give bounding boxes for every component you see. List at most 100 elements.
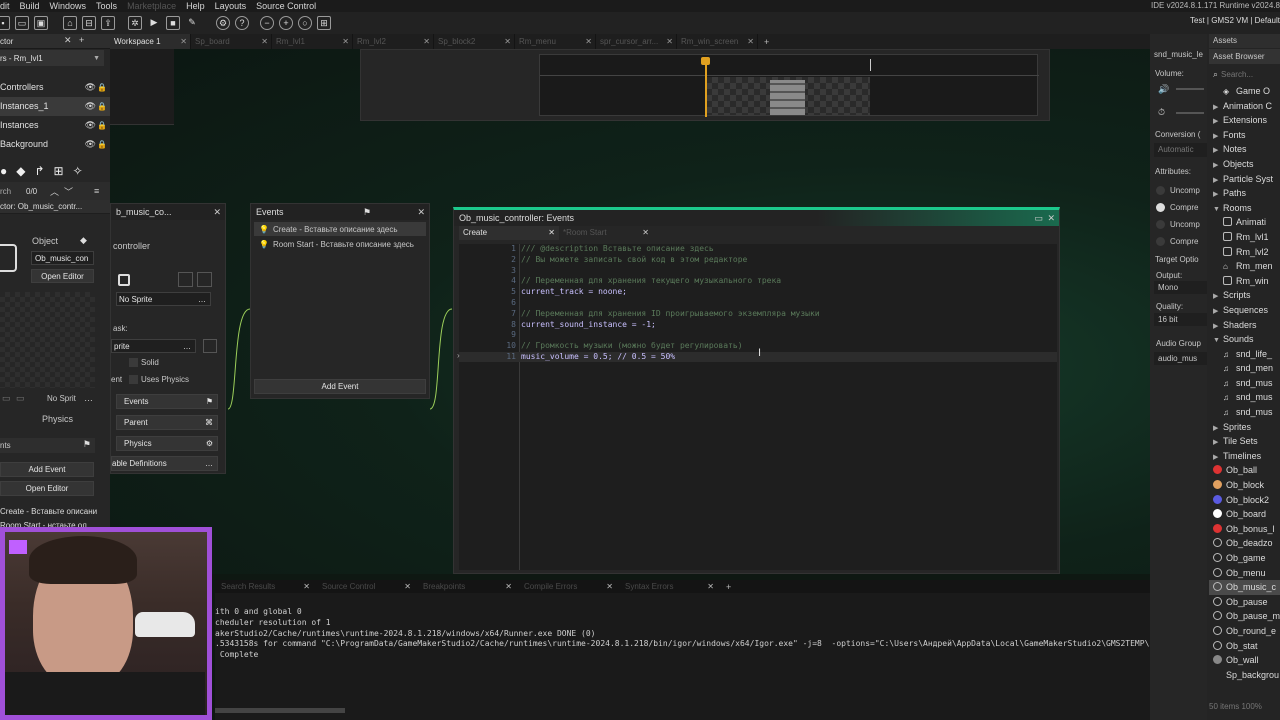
asset-tree-item[interactable]: ▶ Scripts: [1209, 288, 1280, 303]
tab-compile-errors[interactable]: Compile Errors ✕: [518, 580, 619, 593]
menu-marketplace[interactable]: Marketplace: [127, 0, 176, 12]
close-icon[interactable]: ✕: [505, 580, 512, 593]
menu-layouts[interactable]: Layouts: [215, 0, 247, 12]
path-layer-icon[interactable]: ↱: [34, 164, 44, 178]
asset-tree-item[interactable]: Ob_stat: [1209, 639, 1280, 654]
parent-button[interactable]: Parent ⌘: [116, 415, 218, 430]
variable-definitions-button[interactable]: able Definitions…: [111, 456, 218, 471]
asset-tree-item[interactable]: Rm_lvl2: [1209, 245, 1280, 260]
asset-tree-item[interactable]: ▶ Tile Sets: [1209, 434, 1280, 449]
asset-tree-item[interactable]: Ob_game: [1209, 551, 1280, 566]
physics-checkbox[interactable]: [129, 375, 138, 384]
asset-tree-item[interactable]: ▶ Sprites: [1209, 420, 1280, 435]
close-icon[interactable]: ✕: [606, 580, 613, 593]
more-icon[interactable]: …: [84, 393, 93, 403]
close-icon[interactable]: ✕: [213, 204, 221, 220]
solid-checkbox[interactable]: [129, 358, 138, 367]
attribute-uncompressed-2[interactable]: Uncomp: [1156, 216, 1200, 233]
clean-cache-icon[interactable]: ✎: [185, 16, 199, 30]
close-icon[interactable]: ✕: [707, 580, 714, 593]
asset-tree-item[interactable]: ♫ snd_men: [1209, 361, 1280, 376]
asset-tree-item[interactable]: ▶ Notes: [1209, 142, 1280, 157]
tab-rm-lvl1[interactable]: Rm_lvl1 ✕: [272, 34, 353, 49]
close-icon[interactable]: ✕: [548, 226, 555, 240]
pitch-slider[interactable]: [1176, 112, 1204, 114]
zoom-out-icon[interactable]: −: [260, 16, 274, 30]
asset-tree-item[interactable]: Ob_bonus_l: [1209, 522, 1280, 537]
asset-tree-item[interactable]: ▶ Shaders: [1209, 318, 1280, 333]
end-marker-icon[interactable]: [870, 59, 871, 71]
asset-tree-item[interactable]: ♫ snd_mus: [1209, 405, 1280, 420]
events-button[interactable]: Events ⚑: [116, 394, 218, 409]
tab-create[interactable]: Create ✕: [459, 226, 559, 240]
tile-layer-icon[interactable]: ◆: [16, 164, 25, 178]
asset-tree-item[interactable]: ▼ Sounds: [1209, 332, 1280, 347]
tab-sp-board[interactable]: Sp_board ✕: [191, 34, 272, 49]
lock-icon[interactable]: 🔒: [97, 78, 107, 97]
tab-workspace-1[interactable]: Workspace 1 ✕: [110, 34, 191, 49]
help-icon[interactable]: ?: [235, 16, 249, 30]
chevron-down-icon[interactable]: ▼: [93, 55, 100, 62]
layer-instances-1[interactable]: Instances_1 👁 🔒: [0, 97, 110, 116]
playhead-marker-icon[interactable]: [701, 57, 710, 65]
stop-icon[interactable]: ■: [166, 16, 180, 30]
code-line[interactable]: 6: [459, 298, 1057, 309]
export-icon[interactable]: ⇪: [101, 16, 115, 30]
settings-icon[interactable]: ⚙: [216, 16, 230, 30]
chevron-down-icon[interactable]: ﹀: [64, 185, 73, 198]
code-line[interactable]: 4 // Переменная для хранения текущего муз…: [459, 276, 1057, 287]
physics-button[interactable]: Physics ⚙: [116, 436, 218, 451]
conversion-select[interactable]: Automatic: [1154, 143, 1207, 157]
run-icon[interactable]: ▶: [147, 16, 161, 30]
close-icon[interactable]: ✕: [423, 34, 430, 49]
asset-tree-item[interactable]: ♫ snd_life_: [1209, 347, 1280, 362]
add-event-button[interactable]: Add Event: [0, 462, 94, 477]
add-event-button[interactable]: Add Event: [254, 379, 426, 394]
close-icon[interactable]: ✕: [303, 580, 310, 593]
menu-build[interactable]: Build: [20, 0, 40, 12]
event-room-start[interactable]: 💡 Room Start - Вставьте описание здесь: [254, 237, 426, 251]
flag-icon[interactable]: ⚑: [363, 204, 371, 220]
asset-tree-item[interactable]: ▶ Sequences: [1209, 303, 1280, 318]
asset-tree-item[interactable]: ▶ Particle Syst: [1209, 172, 1280, 187]
sprite-edit-icon[interactable]: ▭: [2, 393, 11, 404]
clean-icon[interactable]: ⌂: [63, 16, 77, 30]
asset-tree-item[interactable]: ◈ Game O: [1209, 84, 1280, 99]
close-icon[interactable]: ✕: [504, 34, 511, 49]
open-editor-button-2[interactable]: Open Editor: [0, 481, 94, 496]
sprite-pick-icon[interactable]: [197, 272, 212, 287]
close-icon[interactable]: ✕: [261, 34, 268, 49]
save-icon[interactable]: ▪: [0, 16, 10, 30]
asset-tree-item[interactable]: Ob_ball: [1209, 463, 1280, 478]
add-tab-icon[interactable]: +: [764, 37, 769, 47]
asset-tree-item[interactable]: Ob_pause: [1209, 595, 1280, 610]
lock-icon[interactable]: 🔒: [97, 135, 107, 154]
layer-background[interactable]: Background 👁 🔒: [0, 135, 110, 154]
open-editor-button[interactable]: Open Editor: [31, 269, 94, 283]
asset-tree-item[interactable]: ▶ Paths: [1209, 186, 1280, 201]
maximize-icon[interactable]: ▭: [1034, 210, 1043, 226]
object-name-field[interactable]: Ob_music_con: [31, 251, 94, 265]
event-create[interactable]: 💡 Create - Вставьте описание здесь: [254, 222, 426, 236]
attribute-uncompressed[interactable]: Uncomp: [1156, 182, 1200, 199]
code-line[interactable]: 5 current_track = noone;: [459, 287, 1057, 298]
asset-search-input[interactable]: Search...: [1221, 70, 1253, 79]
add-tab-icon[interactable]: +: [79, 35, 84, 45]
tab-sp-block2[interactable]: Sp_block2 ✕: [434, 34, 515, 49]
layer-controllers[interactable]: Controllers 👁 🔒: [0, 78, 110, 97]
no-sprite-label[interactable]: No Sprit: [47, 394, 76, 403]
attribute-compressed[interactable]: Compre: [1156, 199, 1200, 216]
tab-breakpoints[interactable]: Breakpoints ✕: [417, 580, 518, 593]
asset-tree-item[interactable]: ▶ Objects: [1209, 157, 1280, 172]
asset-tree-item[interactable]: Ob_menu: [1209, 566, 1280, 581]
close-icon[interactable]: ✕: [585, 34, 592, 49]
open-icon[interactable]: ▭: [15, 16, 29, 30]
chevron-up-icon[interactable]: ︿: [50, 185, 59, 198]
effect-layer-icon[interactable]: ✧: [73, 164, 83, 178]
layer-instances[interactable]: Instances 👁 🔒: [0, 116, 110, 135]
event-create[interactable]: Create - Вставьте описани: [0, 507, 97, 516]
mask-field[interactable]: prite…: [111, 339, 196, 353]
debug-icon[interactable]: ✲: [128, 16, 142, 30]
asset-tree-item[interactable]: ▶ Fonts: [1209, 128, 1280, 143]
code-line[interactable]: 8 current_sound_instance = -1;: [459, 320, 1057, 331]
